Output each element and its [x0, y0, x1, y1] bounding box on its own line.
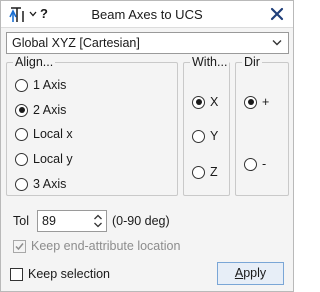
align-option-label: Local y [33, 152, 73, 166]
tolerance-input[interactable]: 89 [37, 210, 107, 232]
dir-group: Dir + - [235, 55, 289, 196]
tolerance-value: 89 [42, 214, 56, 228]
dir-option-label: + [262, 95, 270, 109]
with-option-label: Z [210, 165, 218, 179]
dir-group-label: Dir [242, 55, 262, 69]
keep-end-attribute-checkbox[interactable]: Keep end-attribute location [13, 239, 180, 253]
radio-indicator [15, 152, 28, 166]
close-icon[interactable] [269, 6, 285, 22]
checkbox-indicator [10, 267, 23, 281]
with-option-label: X [210, 95, 219, 109]
with-option-y[interactable]: Y [192, 129, 218, 143]
align-group-label: Align... [13, 55, 56, 69]
align-option-label: 3 Axis [33, 177, 67, 191]
dialog-window: ? Beam Axes to UCS Global XYZ [Cartesian… [0, 0, 294, 292]
align-option-local-x[interactable]: Local x [15, 127, 73, 141]
radio-indicator [244, 157, 257, 171]
radio-indicator [15, 103, 28, 117]
with-option-label: Y [210, 129, 219, 143]
with-group: With... X Y Z [183, 55, 230, 196]
align-option-local-y[interactable]: Local y [15, 152, 73, 166]
with-option-z[interactable]: Z [192, 165, 218, 179]
radio-indicator [192, 95, 205, 109]
align-option-label: 2 Axis [33, 103, 67, 117]
dir-option-minus[interactable]: - [244, 157, 266, 171]
window-title: Beam Axes to UCS [91, 7, 203, 22]
checkbox-indicator [13, 239, 26, 253]
radio-indicator [192, 129, 205, 143]
keep-selection-label: Keep selection [28, 267, 111, 281]
align-option-2-axis[interactable]: 2 Axis [15, 103, 66, 117]
radio-indicator [15, 78, 28, 92]
dir-option-label: - [262, 157, 267, 171]
apply-mnemonic: A [234, 266, 244, 280]
align-option-1-axis[interactable]: 1 Axis [15, 78, 66, 92]
tolerance-unit: (0-90 deg) [112, 214, 170, 228]
dir-option-plus[interactable]: + [244, 95, 269, 109]
align-group: Align... 1 Axis 2 Axis Local x Local y 3… [6, 55, 178, 196]
keep-end-attribute-label: Keep end-attribute location [31, 239, 181, 253]
radio-indicator [15, 127, 28, 141]
apply-button[interactable]: Apply [217, 262, 284, 285]
keep-selection-checkbox[interactable]: Keep selection [10, 267, 110, 281]
with-group-label: With... [190, 55, 230, 69]
with-option-x[interactable]: X [192, 95, 218, 109]
align-option-label: Local x [33, 127, 73, 141]
coordinate-system-value: Global XYZ [Cartesian] [12, 36, 140, 50]
checkmark-icon [15, 242, 24, 250]
chevron-down-icon [272, 40, 282, 46]
align-option-3-axis[interactable]: 3 Axis [15, 177, 66, 191]
radio-indicator [192, 165, 205, 179]
tolerance-label: Tol [13, 214, 29, 228]
coordinate-system-dropdown[interactable]: Global XYZ [Cartesian] [6, 32, 289, 54]
radio-indicator [15, 177, 28, 191]
align-option-label: 1 Axis [33, 78, 67, 92]
title-bar: ? Beam Axes to UCS [1, 1, 293, 28]
apply-label-rest: pply [243, 266, 267, 280]
radio-indicator [244, 95, 257, 109]
spin-arrows-icon[interactable] [93, 213, 103, 229]
